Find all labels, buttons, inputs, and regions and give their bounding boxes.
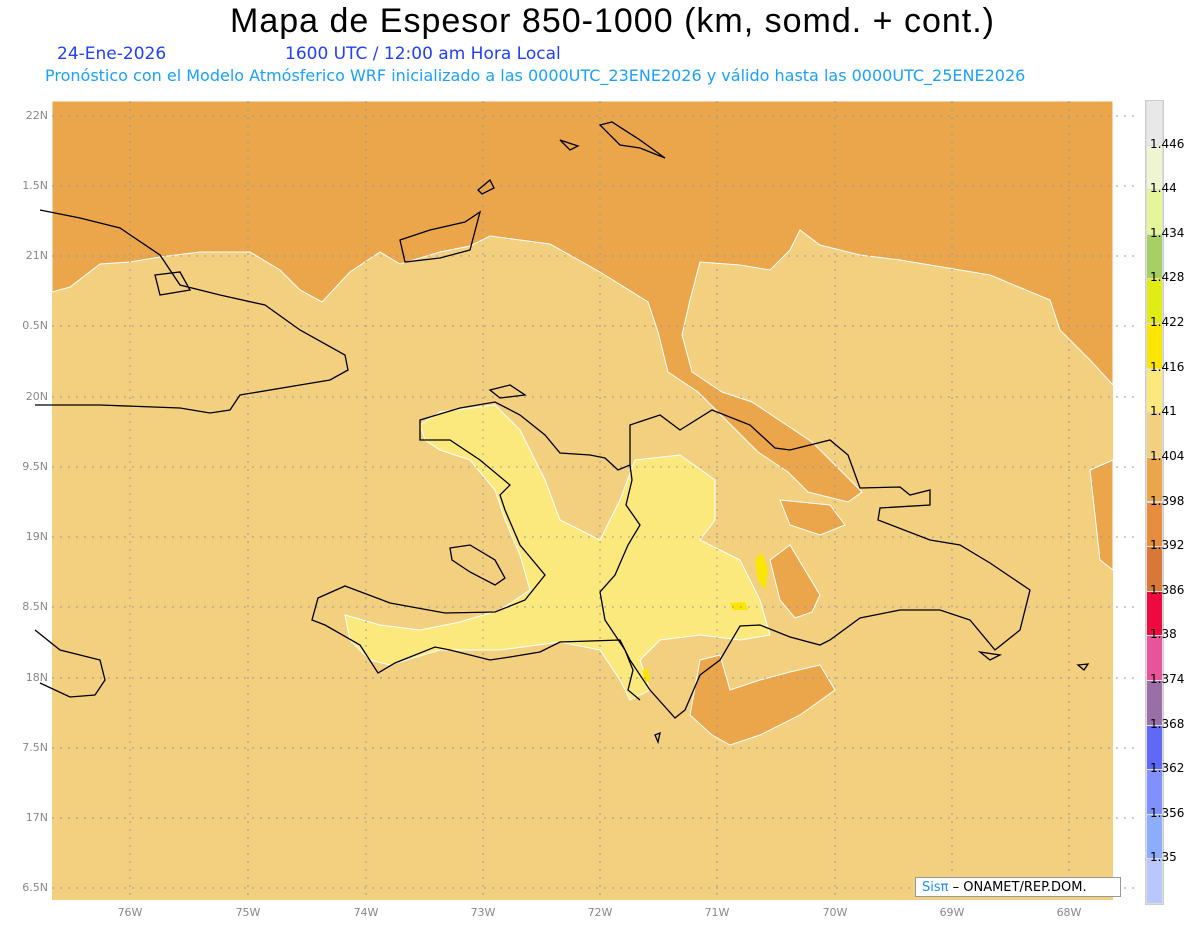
lat-label: 21N [25, 249, 48, 262]
lat-label: 18N [25, 671, 48, 684]
lat-label: 9.5N [22, 460, 48, 473]
lon-label: 69W [939, 906, 965, 919]
colorbar-label: 1.392 [1150, 538, 1185, 553]
lat-label: 1.5N [22, 179, 48, 192]
credit-text: – ONAMET/REP.DOM. [952, 880, 1087, 895]
colorbar-label: 1.404 [1150, 448, 1185, 463]
colorbar-label: 1.38 [1150, 627, 1177, 642]
lat-label: 6.5N [22, 881, 48, 894]
colorbar-label: 1.386 [1150, 582, 1185, 597]
lat-label: 19N [25, 530, 48, 543]
lon-label: 68W [1056, 906, 1082, 919]
colorbar-label: 1.422 [1150, 315, 1185, 330]
colorbar-label: 1.428 [1150, 270, 1185, 285]
colorbar-label: 1.44 [1150, 181, 1177, 196]
colorbar-label: 1.434 [1150, 225, 1185, 240]
sispi-logo: Sisπ [922, 880, 949, 895]
lon-label: 72W [587, 906, 613, 919]
colorbar-label: 1.416 [1150, 359, 1185, 374]
colorbar-swatch [1147, 859, 1162, 903]
credit-box: Sisπ – ONAMET/REP.DOM. [915, 877, 1121, 897]
colorbar-label: 1.35 [1150, 850, 1177, 865]
lat-label: 7.5N [22, 741, 48, 754]
colorbar-label: 1.356 [1150, 805, 1185, 820]
colorbar-label: 1.446 [1150, 136, 1185, 151]
colorbar-label: 1.374 [1150, 671, 1185, 686]
lon-label: 71W [704, 906, 730, 919]
lat-label: 17N [25, 811, 48, 824]
colorbar-label: 1.362 [1150, 761, 1185, 776]
colorbar-label: 1.41 [1150, 404, 1177, 419]
lon-label: 76W [117, 906, 143, 919]
lat-label: 22N [25, 109, 48, 122]
colorbar-label: 1.368 [1150, 716, 1185, 731]
lat-label: 8.5N [22, 600, 48, 613]
lon-label: 75W [235, 906, 261, 919]
lon-label: 74W [353, 906, 379, 919]
thickness-map [34, 100, 1140, 900]
lon-label: 73W [470, 906, 496, 919]
lat-label: 0.5N [22, 319, 48, 332]
lon-label: 70W [822, 906, 848, 919]
lat-label: 20N [25, 390, 48, 403]
colorbar-label: 1.398 [1150, 493, 1185, 508]
